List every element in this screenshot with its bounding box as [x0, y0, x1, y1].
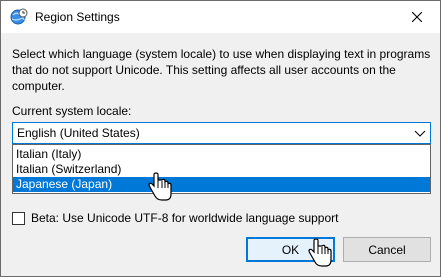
hand-cursor-icon: [308, 238, 332, 267]
locale-combobox[interactable]: English (United States): [12, 122, 431, 144]
hand-cursor-icon: [148, 172, 172, 201]
chevron-down-icon: [414, 130, 426, 137]
cancel-button[interactable]: Cancel: [343, 237, 431, 262]
beta-utf8-checkbox[interactable]: [12, 212, 25, 225]
close-button[interactable]: [394, 1, 440, 33]
close-icon: [412, 12, 422, 22]
globe-clock-icon: [10, 8, 28, 26]
region-settings-dialog: Region Settings Select which language (s…: [0, 0, 441, 277]
dropdown-option-italian-switzerland[interactable]: Italian (Switzerland): [13, 162, 430, 177]
title-bar[interactable]: Region Settings: [1, 1, 440, 33]
description-text: Select which language (system locale) to…: [12, 47, 431, 93]
dropdown-option-italian-italy[interactable]: Italian (Italy): [13, 147, 430, 162]
locale-selected-value: English (United States): [17, 126, 140, 140]
locale-label: Current system locale:: [12, 104, 132, 118]
dropdown-option-japanese-japan[interactable]: Japanese (Japan): [13, 177, 430, 192]
window-title: Region Settings: [35, 10, 120, 24]
beta-utf8-label[interactable]: Beta: Use Unicode UTF-8 for worldwide la…: [31, 211, 339, 225]
locale-dropdown-list[interactable]: Italian (Italy) Italian (Switzerland) Ja…: [12, 144, 431, 194]
